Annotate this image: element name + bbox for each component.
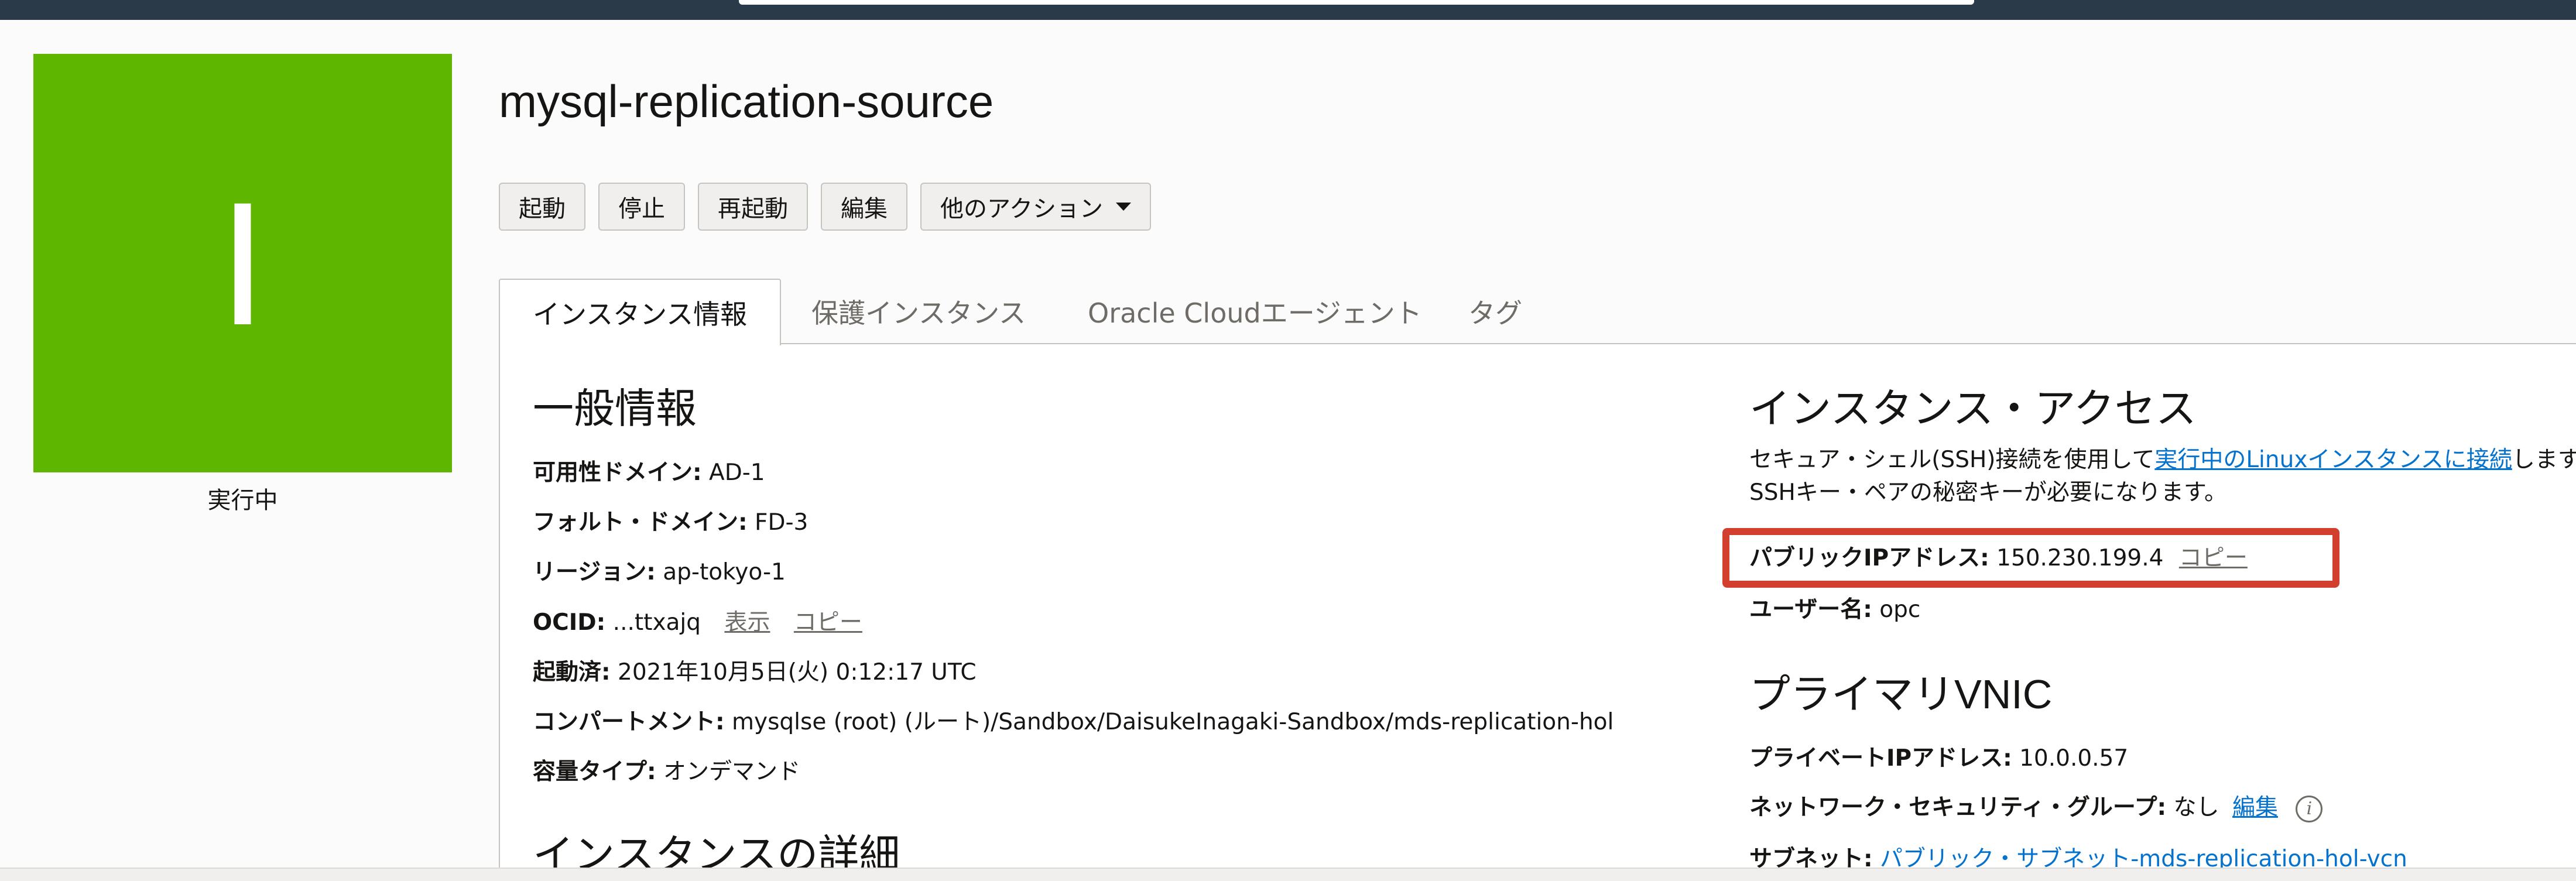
edit-button[interactable]: 編集 xyxy=(821,183,907,231)
ssh-description-prefix: セキュア・シェル(SSH)接続を使用して xyxy=(1749,447,2155,473)
public-ip-row: パブリックIPアドレス: 150.230.199.4 コピー xyxy=(1749,540,2248,573)
instance-access-heading: インスタンス・アクセス xyxy=(1749,386,2197,431)
stop-button[interactable]: 停止 xyxy=(598,183,685,231)
search-bar[interactable] xyxy=(739,0,1974,5)
public-ip-value: 150.230.199.4 xyxy=(1996,545,2164,571)
compartment-label: コンパートメント: xyxy=(533,709,725,735)
tab-tags[interactable]: タグ xyxy=(1468,279,1522,344)
top-navigation-bar xyxy=(0,0,2576,20)
caret-down-icon xyxy=(1116,203,1131,211)
ssh-description-line1: セキュア・シェル(SSH)接続を使用して実行中のLinuxインスタンスに接続しま… xyxy=(1749,444,2576,477)
instance-status-label: 実行中 xyxy=(207,487,278,514)
nsg-edit-link[interactable]: 編集 xyxy=(2232,794,2278,821)
private-ip-label: プライベートIPアドレス: xyxy=(1749,745,2012,772)
launched-row: 起動済: 2021年10月5日(火) 0:12:17 UTC xyxy=(533,654,977,687)
start-button[interactable]: 起動 xyxy=(499,183,585,231)
private-ip-value: 10.0.0.57 xyxy=(2019,745,2129,772)
ocid-value: ...ttxajq xyxy=(612,609,701,636)
nsg-row: ネットワーク・セキュリティ・グループ: なし 編集 i xyxy=(1749,789,2323,822)
username-row: ユーザー名: opc xyxy=(1749,591,1920,624)
fault-domain-row: フォルト・ドメイン: FD-3 xyxy=(533,504,808,537)
page-title: mysql-replication-source xyxy=(499,76,994,127)
tab-divider xyxy=(499,343,2576,344)
launched-value: 2021年10月5日(火) 0:12:17 UTC xyxy=(618,659,977,685)
instance-icon-letter: I xyxy=(218,164,268,362)
availability-domain-label: 可用性ドメイン: xyxy=(533,460,702,486)
ocid-row: OCID: ...ttxajq 表示 コピー xyxy=(533,604,862,637)
more-actions-button[interactable]: 他のアクション xyxy=(920,183,1151,231)
bottom-bar xyxy=(0,868,2576,881)
username-label: ユーザー名: xyxy=(1749,597,1872,623)
region-value: ap-tokyo-1 xyxy=(663,559,786,585)
region-label: リージョン: xyxy=(533,559,656,585)
nsg-value: なし xyxy=(2173,794,2219,821)
compartment-value: mysqlse (root) (ルート)/Sandbox/DaisukeInag… xyxy=(732,709,1614,735)
public-ip-copy-link[interactable]: コピー xyxy=(2179,545,2248,571)
info-icon[interactable]: i xyxy=(2296,795,2323,822)
fault-domain-label: フォルト・ドメイン: xyxy=(533,509,748,536)
instance-status-tile: I xyxy=(33,54,452,472)
nsg-label: ネットワーク・セキュリティ・グループ: xyxy=(1749,794,2167,821)
private-ip-row: プライベートIPアドレス: 10.0.0.57 xyxy=(1749,740,2128,773)
ocid-copy-link[interactable]: コピー xyxy=(794,609,862,636)
fault-domain-value: FD-3 xyxy=(755,509,809,536)
capacity-type-row: 容量タイプ: オンデマンド xyxy=(533,753,800,786)
region-row: リージョン: ap-tokyo-1 xyxy=(533,554,786,587)
ocid-label: OCID: xyxy=(533,609,606,636)
public-ip-label: パブリックIPアドレス: xyxy=(1749,545,1989,571)
connect-linux-instance-link[interactable]: 実行中のLinuxインスタンスに接続 xyxy=(2154,447,2512,473)
capacity-type-label: 容量タイプ: xyxy=(533,759,656,785)
availability-domain-row: 可用性ドメイン: AD-1 xyxy=(533,454,765,487)
compartment-row: コンパートメント: mysqlse (root) (ルート)/Sandbox/D… xyxy=(533,704,1614,736)
availability-domain-value: AD-1 xyxy=(709,460,765,486)
primary-vnic-heading: プライマリVNIC xyxy=(1749,671,2053,717)
capacity-type-value: オンデマンド xyxy=(663,759,801,785)
action-toolbar: 起動 停止 再起動 編集 他のアクション xyxy=(499,183,1151,233)
ssh-description-suffix: します xyxy=(2512,447,2576,473)
username-value: opc xyxy=(1879,597,1921,623)
ssh-description-line2: SSHキー・ペアの秘密キーが必要になります。 xyxy=(1749,479,2227,506)
ocid-show-link[interactable]: 表示 xyxy=(724,609,770,636)
tab-instance-info[interactable]: インスタンス情報 xyxy=(499,279,782,345)
reboot-button[interactable]: 再起動 xyxy=(698,183,808,231)
tab-protected-instance[interactable]: 保護インスタンス xyxy=(811,279,1026,344)
general-info-heading: 一般情報 xyxy=(533,386,697,431)
tab-oracle-cloud-agent[interactable]: Oracle Cloudエージェント xyxy=(1088,279,1422,344)
more-actions-label: 他のアクション xyxy=(940,196,1103,222)
launched-label: 起動済: xyxy=(533,659,611,685)
